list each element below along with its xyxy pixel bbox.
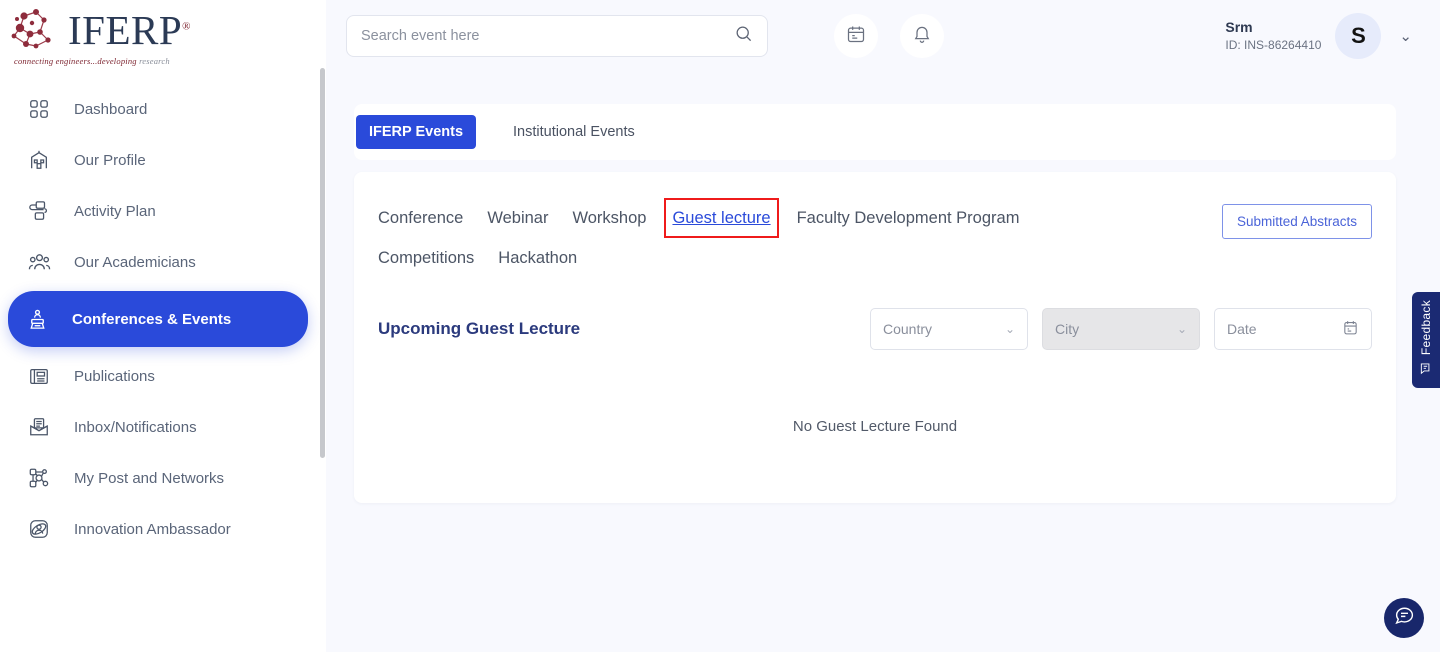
sidebar-item-label: Publications	[74, 368, 155, 385]
category-competitions[interactable]: Competitions	[378, 238, 474, 278]
sidebar-item-my-post-and-networks[interactable]: My Post and Networks	[10, 456, 308, 500]
sidebar-item-label: Dashboard	[74, 101, 147, 118]
brand-wordmark: IFERP®	[68, 10, 191, 51]
sidebar-item-our-profile[interactable]: Our Profile	[10, 138, 308, 182]
sidebar-item-publications[interactable]: Publications	[10, 354, 308, 398]
notifications-button[interactable]	[900, 14, 944, 58]
sidebar-item-dashboard[interactable]: Dashboard	[10, 87, 308, 131]
chevron-down-icon: ⌄	[1177, 322, 1187, 336]
brand-logo[interactable]: IFERP® connecting engineers...developing…	[0, 0, 326, 72]
user-id: ID: INS-86264410	[1225, 37, 1321, 53]
chat-button[interactable]	[1384, 598, 1424, 638]
topbar-icon-group	[834, 14, 944, 58]
feedback-label: Feedback	[1419, 300, 1433, 355]
calendar-icon	[1342, 319, 1359, 339]
envelope-icon	[24, 412, 54, 442]
registered-mark: ®	[182, 20, 191, 32]
activity-plan-icon	[24, 196, 54, 226]
sidebar-item-label: Our Academicians	[74, 254, 196, 271]
search-field[interactable]	[346, 15, 768, 57]
user-name: Srm	[1225, 18, 1321, 37]
empty-state-message: No Guest Lecture Found	[354, 418, 1396, 435]
sidebar-item-label: Activity Plan	[74, 203, 156, 220]
category-list: Conference Webinar Workshop Guest lectur…	[378, 198, 1078, 278]
section-header: Upcoming Guest Lecture Country ⌄ City ⌄ …	[354, 278, 1396, 350]
user-info: Srm ID: INS-86264410	[1225, 18, 1321, 53]
calendar-icon	[846, 24, 866, 49]
date-select[interactable]: Date	[1214, 308, 1372, 350]
chevron-down-icon[interactable]: ⌄	[1395, 27, 1416, 45]
app-root: IFERP® connecting engineers...developing…	[0, 0, 1440, 652]
category-webinar[interactable]: Webinar	[487, 198, 548, 238]
date-select-label: Date	[1227, 321, 1257, 337]
bell-icon	[912, 24, 932, 49]
brand-tagline: connecting engineers...developing resear…	[10, 56, 170, 66]
podium-icon	[22, 304, 52, 334]
submitted-abstracts-button[interactable]: Submitted Abstracts	[1222, 204, 1372, 239]
country-select-label: Country	[883, 321, 932, 337]
iferp-network-logo-icon	[10, 6, 64, 54]
sidebar-scrollbar[interactable]	[320, 68, 325, 458]
chat-bubble-icon	[1394, 605, 1415, 631]
grid-icon	[24, 94, 54, 124]
sidebar-item-label: Innovation Ambassador	[74, 521, 231, 538]
filter-controls: Country ⌄ City ⌄ Date	[870, 308, 1372, 350]
sidebar-item-inbox-notifications[interactable]: Inbox/Notifications	[10, 405, 308, 449]
sidebar-item-conferences-events[interactable]: Conferences & Events	[8, 291, 308, 347]
category-guest-lecture[interactable]: Guest lecture	[670, 204, 772, 232]
country-select[interactable]: Country ⌄	[870, 308, 1028, 350]
category-faculty-development-program[interactable]: Faculty Development Program	[797, 198, 1020, 238]
tab-iferp-events[interactable]: IFERP Events	[356, 115, 476, 149]
sidebar-item-label: Our Profile	[74, 152, 146, 169]
user-menu[interactable]: Srm ID: INS-86264410 S ⌄	[1225, 13, 1416, 59]
sidebar-item-label: My Post and Networks	[74, 470, 224, 487]
institution-icon	[24, 145, 54, 175]
sidebar-item-activity-plan[interactable]: Activity Plan	[10, 189, 308, 233]
avatar[interactable]: S	[1335, 13, 1381, 59]
feedback-tab[interactable]: Feedback	[1412, 292, 1440, 388]
ambassador-icon	[24, 514, 54, 544]
sidebar-item-label: Inbox/Notifications	[74, 419, 197, 436]
search-icon[interactable]	[734, 24, 753, 48]
category-filter-area: Conference Webinar Workshop Guest lectur…	[354, 172, 1396, 278]
people-group-icon	[24, 247, 54, 277]
city-select[interactable]: City ⌄	[1042, 308, 1200, 350]
events-tab-bar: IFERP Events Institutional Events	[354, 104, 1396, 160]
tab-institutional-events[interactable]: Institutional Events	[500, 115, 648, 149]
chevron-down-icon: ⌄	[1005, 322, 1015, 336]
calendar-button[interactable]	[834, 14, 878, 58]
category-hackathon[interactable]: Hackathon	[498, 238, 577, 278]
search-input[interactable]	[361, 28, 734, 44]
category-conference[interactable]: Conference	[378, 198, 463, 238]
category-workshop[interactable]: Workshop	[572, 198, 646, 238]
page-title: Upcoming Guest Lecture	[378, 319, 580, 339]
network-icon	[24, 463, 54, 493]
sidebar-item-label: Conferences & Events	[72, 311, 231, 328]
city-select-label: City	[1055, 321, 1079, 337]
sidebar-item-our-academicians[interactable]: Our Academicians	[10, 240, 308, 284]
sidebar: IFERP® connecting engineers...developing…	[0, 0, 326, 652]
main-content: Srm ID: INS-86264410 S ⌄ IFERP Events In…	[326, 0, 1440, 652]
sidebar-nav: Dashboard Our Profile Activity Plan Our …	[0, 72, 326, 551]
topbar: Srm ID: INS-86264410 S ⌄	[326, 0, 1440, 72]
events-panel: Conference Webinar Workshop Guest lectur…	[354, 172, 1396, 503]
feedback-icon	[1419, 361, 1433, 380]
newspaper-icon	[24, 361, 54, 391]
sidebar-item-innovation-ambassador[interactable]: Innovation Ambassador	[10, 507, 308, 551]
